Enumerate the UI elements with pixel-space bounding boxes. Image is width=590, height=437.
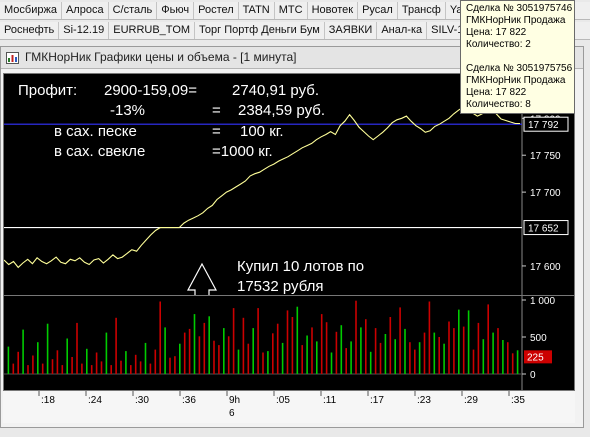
tab-6[interactable]: TATN: [239, 2, 275, 19]
volume-current-label: 225: [527, 352, 544, 363]
sugar-beet-label: в сах. свекле: [54, 143, 146, 160]
time-tick-label: :17: [370, 395, 384, 406]
price-tick-label: 17 750: [530, 151, 561, 162]
sugar-beet-value: =1000 кг.: [212, 143, 273, 160]
trading-terminal: Мосбиржа Алроса С/сталь Фьюч Ростел TATN МТС Но…: [0, 0, 590, 437]
window-title: ГМКНорНик Графики цены и объема - [1 мин…: [25, 50, 297, 64]
time-day-label: 6: [229, 408, 235, 419]
price-level-label: 17 792: [528, 120, 559, 131]
deal-quantity: Количество: 2: [466, 39, 531, 50]
deal-quantity: Количество: 8: [466, 99, 531, 110]
deal-number: Сделка № 3051975756: [466, 63, 573, 74]
percent-equals: =: [212, 102, 221, 119]
bought-note-line1: Купил 10 лотов по: [237, 258, 365, 275]
tab-2[interactable]: Si-12.19: [59, 22, 110, 39]
deal-price: Цена: 17 822: [466, 27, 527, 38]
tab-6[interactable]: Анал-ка: [377, 22, 428, 39]
percent-result: 2384,59 руб.: [238, 102, 325, 119]
tab-3[interactable]: EURRUB_TOM: [109, 22, 196, 39]
sugar-sand-label: в сах. песке: [54, 123, 137, 140]
deal-description: ГМКНорНик Продажа: [466, 75, 566, 86]
time-tick-label: :30: [135, 395, 149, 406]
price-level-label: 17 652: [528, 224, 559, 235]
tab-1[interactable]: Роснефть: [0, 22, 60, 39]
percent-label: -13%: [110, 102, 146, 119]
time-tick-label: :29: [464, 395, 478, 406]
profit-calc: 2900-159,09=: [104, 82, 198, 99]
time-tick-label: :36: [182, 395, 196, 406]
profit-label: Профит:: [18, 82, 78, 99]
time-axis: :18 :24 :30 :36 9h :05 :11 :17 :23 :29 :35 6: [3, 391, 575, 423]
time-tick-label: 9h: [229, 395, 240, 406]
tab-10[interactable]: Трансф: [398, 2, 446, 19]
sugar-sand-value: 100 кг.: [240, 123, 284, 140]
time-tick-label: :23: [417, 395, 431, 406]
tab-5[interactable]: ЗАЯВКИ: [325, 22, 378, 39]
chart-window-icon: [6, 52, 19, 64]
time-tick-label: :35: [511, 395, 525, 406]
tab-1[interactable]: Мосбиржа: [0, 2, 62, 19]
sugar-sand-equals: =: [212, 123, 221, 140]
volume-tick-label: 1 000: [530, 296, 555, 307]
deal-description: ГМКНорНик Продажа: [466, 15, 566, 26]
trade-tooltip: Сделка № 3051975746 ГМКНорНик Продажа Це…: [460, 0, 575, 114]
tab-7[interactable]: МТС: [275, 2, 308, 19]
tab-3[interactable]: С/сталь: [109, 2, 158, 19]
tab-4[interactable]: Фьюч: [157, 2, 195, 19]
time-tick-label: :11: [323, 395, 337, 406]
tab-8[interactable]: Новотек: [308, 2, 359, 19]
volume-tick-label: 0: [530, 370, 536, 381]
profit-result: 2740,91 руб.: [232, 82, 319, 99]
tab-5[interactable]: Ростел: [194, 2, 239, 19]
deal-price: Цена: 17 822: [466, 87, 527, 98]
time-tick-label: :24: [88, 395, 102, 406]
tab-4[interactable]: Торг Портф Деньги Бум: [195, 22, 325, 39]
price-tick-label: 17 600: [530, 262, 561, 273]
bought-note-line2: 17532 рубля: [237, 278, 324, 295]
time-tick-label: :18: [41, 395, 55, 406]
time-tick-label: :05: [276, 395, 290, 406]
volume-tick-label: 500: [530, 333, 547, 344]
deal-number: Сделка № 3051975746: [466, 3, 573, 14]
tab-9[interactable]: Русал: [358, 2, 398, 19]
tooltip-deal-2: Сделка № 3051975756 ГМКНорНик Продажа Це…: [466, 63, 573, 111]
time-axis-labels: :18 :24 :30 :36 9h :05 :11 :17 :23 :29 :35 6: [38, 391, 525, 419]
volume-chart: 1 000 500 0 225: [4, 296, 555, 390]
price-tick-label: 17 700: [530, 188, 561, 199]
volume-chart-panel: 1 000 500 0 225: [3, 295, 575, 391]
tab-2[interactable]: Алроса: [62, 2, 109, 19]
tooltip-deal-1: Сделка № 3051975746 ГМКНорНик Продажа Це…: [466, 3, 573, 51]
